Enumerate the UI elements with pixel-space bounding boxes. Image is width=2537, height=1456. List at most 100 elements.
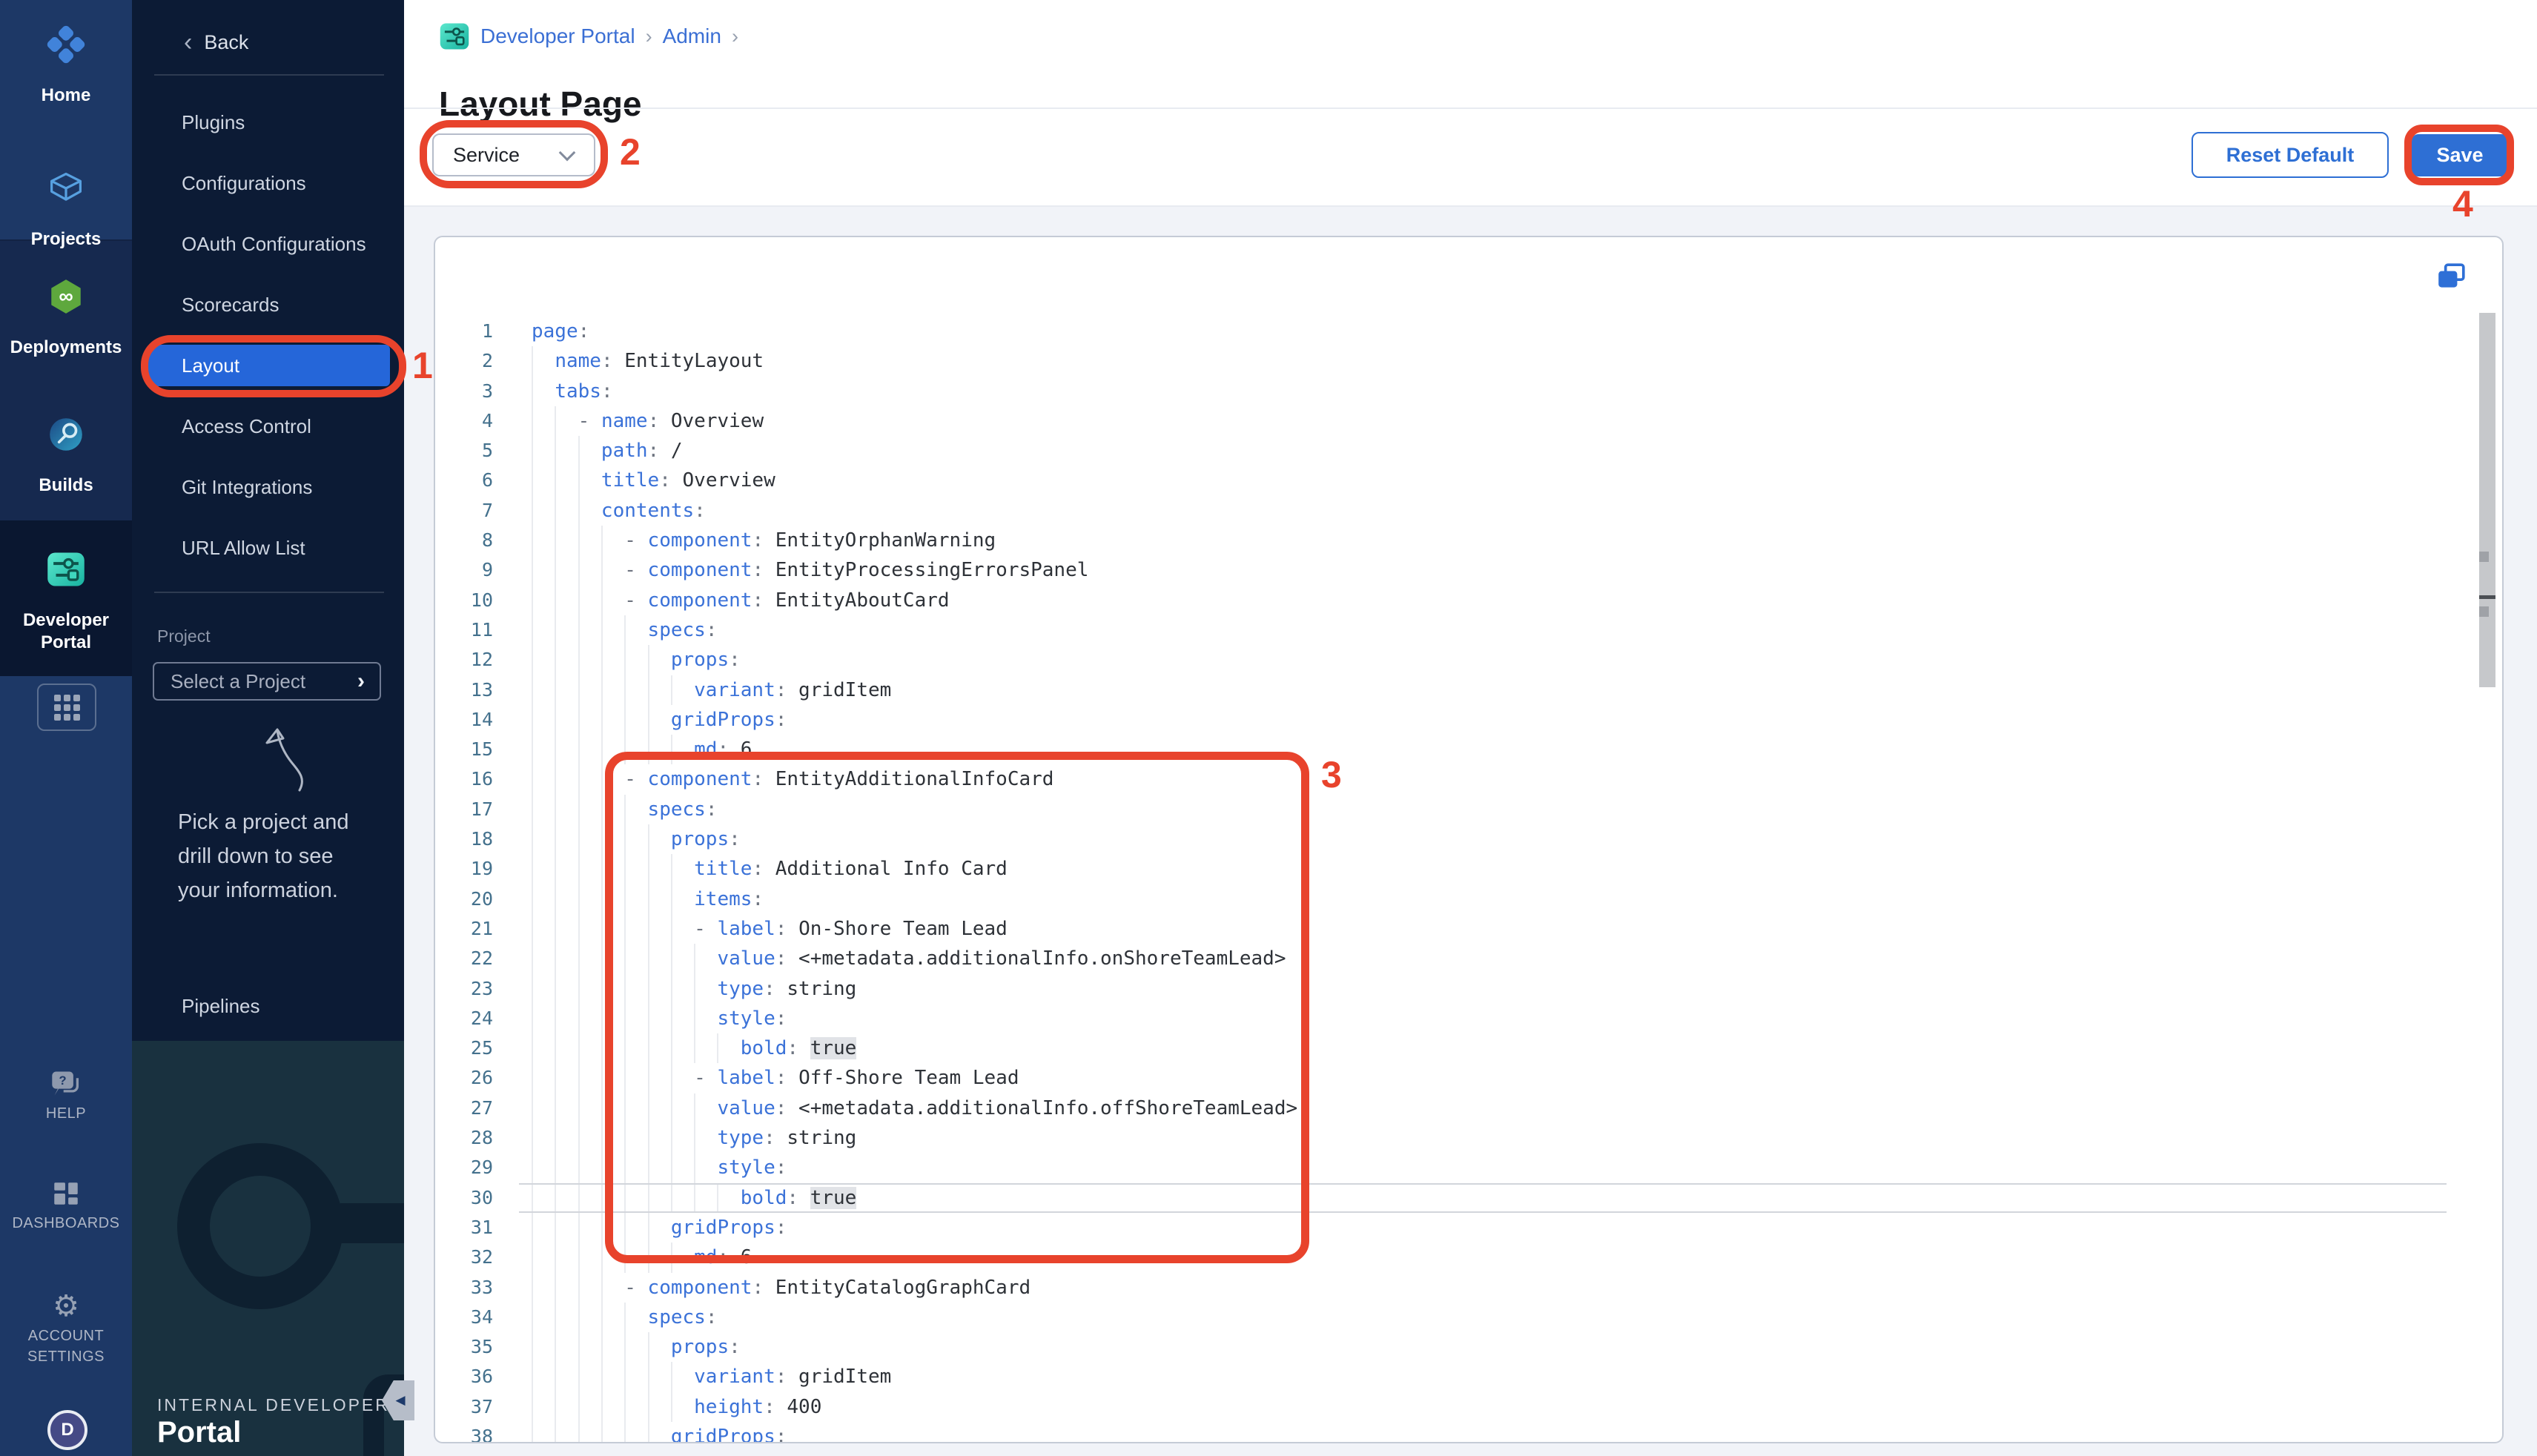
code-line-19[interactable]: 19 title: Additional Info Card xyxy=(435,854,2502,884)
line-number: 37 xyxy=(435,1392,493,1422)
rail-item-projects[interactable]: Projects xyxy=(0,168,132,251)
code-line-21[interactable]: 21 - label: On-Shore Team Lead xyxy=(435,914,2502,944)
code-line-17[interactable]: 17 specs: xyxy=(435,795,2502,824)
user-avatar[interactable]: D xyxy=(47,1410,87,1450)
code-line-12[interactable]: 12 props: xyxy=(435,645,2502,675)
code-line-37[interactable]: 37 height: 400 xyxy=(435,1392,2502,1422)
collapse-arrow-icon: ◀ xyxy=(395,1393,405,1408)
copy-icon[interactable] xyxy=(2435,262,2467,292)
sidebar-item-pipelines[interactable]: Pipelines xyxy=(182,995,260,1018)
help-icon: ? xyxy=(0,1068,132,1100)
code-line-25[interactable]: 25 bold: true xyxy=(435,1033,2502,1063)
code-line-6[interactable]: 6 title: Overview xyxy=(435,466,2502,495)
code-line-10[interactable]: 10 - component: EntityAboutCard xyxy=(435,586,2502,615)
code-line-1[interactable]: 1page: xyxy=(435,317,2502,346)
code-line-32[interactable]: 32 md: 6 xyxy=(435,1242,2502,1272)
line-number: 20 xyxy=(435,884,493,914)
code-line-34[interactable]: 34 specs: xyxy=(435,1303,2502,1332)
code-line-11[interactable]: 11 specs: xyxy=(435,615,2502,645)
sidebar-item-label: Layout xyxy=(182,354,239,377)
line-number: 15 xyxy=(435,735,493,764)
select-project-button[interactable]: Select a Project › xyxy=(153,662,381,701)
sidebar-item-url-allow-list[interactable]: URL Allow List xyxy=(132,517,404,578)
line-number: 2 xyxy=(435,346,493,376)
rail-item-label: ACCOUNT SETTINGS xyxy=(18,1326,114,1367)
line-number: 35 xyxy=(435,1332,493,1362)
code-line-2[interactable]: 2 name: EntityLayout xyxy=(435,346,2502,376)
line-number: 1 xyxy=(435,317,493,346)
line-number: 3 xyxy=(435,377,493,406)
yaml-code-editor[interactable]: 1page:2 name: EntityLayout3 tabs:4 - nam… xyxy=(435,317,2502,1443)
code-line-20[interactable]: 20 items: xyxy=(435,884,2502,914)
module-grid-button[interactable] xyxy=(37,684,96,731)
line-number: 18 xyxy=(435,824,493,854)
breadcrumb-link-admin[interactable]: Admin xyxy=(663,24,721,48)
back-button[interactable]: ‹ Back xyxy=(132,21,404,64)
deployments-icon: ∞ xyxy=(0,276,132,317)
code-line-22[interactable]: 22 value: <+metadata.additionalInfo.onSh… xyxy=(435,944,2502,973)
line-number: 28 xyxy=(435,1123,493,1153)
rail-item-label: Deployments xyxy=(0,337,132,359)
code-line-23[interactable]: 23 type: string xyxy=(435,974,2502,1004)
code-line-7[interactable]: 7 contents: xyxy=(435,496,2502,526)
app-window: Home Projects ∞ Deployments xyxy=(0,0,2537,1456)
code-line-24[interactable]: 24 style: xyxy=(435,1004,2502,1033)
rail-item-developer-portal[interactable]: Developer Portal xyxy=(0,549,132,654)
code-line-35[interactable]: 35 props: xyxy=(435,1332,2502,1362)
code-line-38[interactable]: 38 gridProps: xyxy=(435,1422,2502,1443)
scrollbar-cursor-mark xyxy=(2479,595,2495,599)
sidebar-item-scorecards[interactable]: Scorecards xyxy=(132,274,404,335)
code-line-16[interactable]: 16 - component: EntityAdditionalInfoCard xyxy=(435,764,2502,794)
rail-item-help[interactable]: ? HELP xyxy=(0,1068,132,1124)
rail-item-home[interactable]: Home xyxy=(0,24,132,107)
code-line-33[interactable]: 33 - component: EntityCatalogGraphCard xyxy=(435,1273,2502,1303)
code-line-31[interactable]: 31 gridProps: xyxy=(435,1213,2502,1242)
sidebar-item-git-integrations[interactable]: Git Integrations xyxy=(132,457,404,517)
code-line-28[interactable]: 28 type: string xyxy=(435,1123,2502,1153)
line-number: 11 xyxy=(435,615,493,645)
rail-item-label: Home xyxy=(0,85,132,107)
sidebar-item-configurations[interactable]: Configurations xyxy=(132,153,404,214)
code-line-26[interactable]: 26 - label: Off-Shore Team Lead xyxy=(435,1063,2502,1093)
svg-text:?: ? xyxy=(59,1074,67,1088)
code-line-14[interactable]: 14 gridProps: xyxy=(435,705,2502,735)
code-line-15[interactable]: 15 md: 6 xyxy=(435,735,2502,764)
sidebar-item-label: Scorecards xyxy=(182,294,280,317)
rail-item-dashboards[interactable]: DASHBOARDS xyxy=(0,1177,132,1234)
rail-item-deployments[interactable]: ∞ Deployments xyxy=(0,276,132,359)
code-line-36[interactable]: 36 variant: gridItem xyxy=(435,1362,2502,1392)
chevron-down-icon xyxy=(559,144,576,161)
sidebar-divider xyxy=(154,74,384,76)
yaml-editor-card: 1page:2 name: EntityLayout3 tabs:4 - nam… xyxy=(434,236,2504,1443)
code-line-18[interactable]: 18 props: xyxy=(435,824,2502,854)
builds-icon xyxy=(0,414,132,455)
sidebar-item-oauth-configurations[interactable]: OAuth Configurations xyxy=(132,214,404,274)
rail-item-account-settings[interactable]: ⚙ ACCOUNT SETTINGS xyxy=(0,1290,132,1367)
page-title: Layout Page xyxy=(439,84,642,124)
editor-scrollbar[interactable] xyxy=(2479,313,2495,687)
save-button[interactable]: Save xyxy=(2412,134,2508,176)
code-line-8[interactable]: 8 - component: EntityOrphanWarning xyxy=(435,526,2502,555)
line-number: 36 xyxy=(435,1362,493,1392)
code-line-9[interactable]: 9 - component: EntityProcessingErrorsPan… xyxy=(435,555,2502,585)
code-line-13[interactable]: 13 variant: gridItem xyxy=(435,675,2502,705)
entity-type-select[interactable]: Service xyxy=(432,133,595,176)
rail-item-builds[interactable]: Builds xyxy=(0,414,132,497)
sidebar-item-access-control[interactable]: Access Control xyxy=(132,396,404,457)
line-number: 5 xyxy=(435,436,493,466)
code-line-3[interactable]: 3 tabs: xyxy=(435,377,2502,406)
code-line-29[interactable]: 29 style: xyxy=(435,1153,2502,1182)
breadcrumb-link-developer-portal[interactable]: Developer Portal xyxy=(480,24,635,48)
line-number: 21 xyxy=(435,914,493,944)
line-number: 8 xyxy=(435,526,493,555)
reset-default-button[interactable]: Reset Default xyxy=(2192,132,2389,178)
sidebar-item-layout[interactable]: Layout xyxy=(132,335,404,396)
line-number: 26 xyxy=(435,1063,493,1093)
code-line-5[interactable]: 5 path: / xyxy=(435,436,2502,466)
decor-bar xyxy=(340,1203,404,1243)
code-line-4[interactable]: 4 - name: Overview xyxy=(435,406,2502,436)
sidebar-item-plugins[interactable]: Plugins xyxy=(132,92,404,153)
code-line-30[interactable]: 30 bold: true xyxy=(435,1183,2502,1213)
code-line-27[interactable]: 27 value: <+metadata.additionalInfo.offS… xyxy=(435,1093,2502,1123)
sidebar-item-label: Access Control xyxy=(182,415,311,438)
